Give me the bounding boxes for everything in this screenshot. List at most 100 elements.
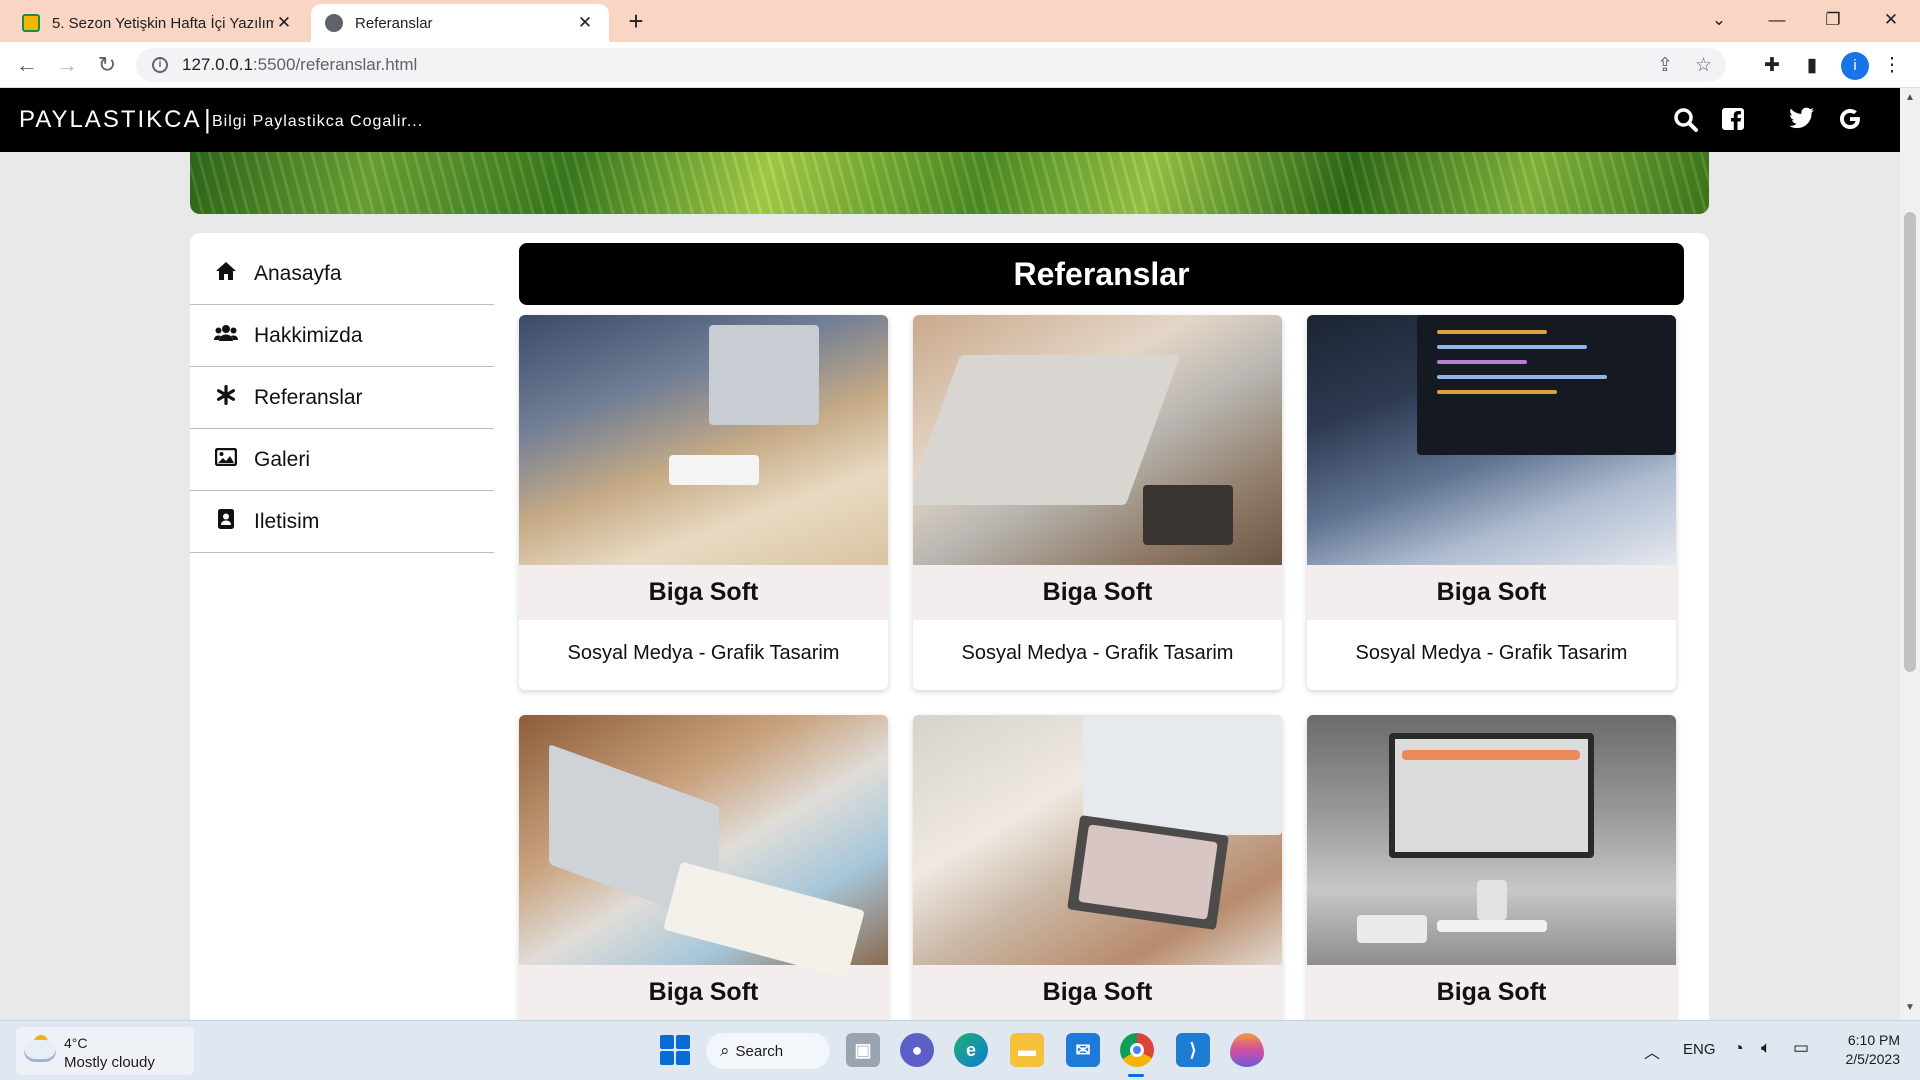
scroll-up-arrow-icon[interactable]: ▲: [1900, 92, 1920, 103]
taskbar-search-label: Search: [735, 1043, 784, 1060]
code-monitor-photo: [1307, 315, 1676, 565]
reference-card[interactable]: Biga Soft: [1307, 715, 1676, 1020]
users-icon: [214, 324, 238, 348]
tab-title: 5. Sezon Yetişkin Hafta İçi Yazılım: [52, 14, 274, 32]
tab-close-icon[interactable]: ✕: [575, 13, 595, 33]
address-bar[interactable]: i 127.0.0.1:5500/referanslar.html ⇪ ☆: [136, 48, 1726, 82]
url-path: :5500/referanslar.html: [252, 55, 418, 74]
sidebar-item-label: Hakkimizda: [254, 323, 363, 347]
card-title: Biga Soft: [913, 965, 1282, 1020]
url-host: 127.0.0.1: [182, 55, 253, 74]
tab-close-icon[interactable]: ✕: [274, 13, 294, 33]
sidebar-item-iletisim[interactable]: Iletisim: [190, 491, 494, 553]
globe-favicon-icon: [325, 14, 343, 32]
scroll-down-arrow-icon[interactable]: ▼: [1900, 1002, 1920, 1013]
vscode-icon[interactable]: ⟩: [1176, 1033, 1210, 1067]
imac-desktop-photo: [1307, 715, 1676, 965]
site-slogan: Bilgi Paylastikca Cogalir...: [212, 113, 424, 130]
sidebar-nav: Anasayfa Hakkimizda Referanslar Galeri I…: [190, 243, 494, 553]
tray-chevron-up-icon[interactable]: ︿: [1644, 1039, 1660, 1063]
forward-arrow-icon[interactable]: →: [52, 50, 82, 80]
card-title: Biga Soft: [519, 565, 888, 620]
site-brand[interactable]: PAYLASTIKCA: [19, 106, 202, 134]
brand-separator: |: [204, 104, 211, 134]
browser-menu-icon[interactable]: ⋮: [1880, 54, 1904, 78]
tab-title: Referanslar: [355, 14, 433, 32]
sidebar-item-label: Iletisim: [254, 509, 320, 533]
profile-avatar[interactable]: i: [1841, 52, 1869, 80]
sidebar-item-referanslar[interactable]: Referanslar: [190, 367, 494, 429]
reference-card[interactable]: Biga Soft: [913, 715, 1282, 1020]
home-icon: [214, 261, 238, 287]
browser-tab-course[interactable]: 5. Sezon Yetişkin Hafta İçi Yazılım ✕: [8, 4, 308, 42]
office-desk-photo: [519, 315, 888, 565]
twitter-icon[interactable]: [1788, 107, 1816, 135]
file-explorer-icon[interactable]: ▬: [1010, 1033, 1044, 1067]
back-arrow-icon[interactable]: ←: [12, 50, 42, 80]
weather-widget[interactable]: 4°C Mostly cloudy: [16, 1027, 194, 1075]
google-icon[interactable]: [1836, 107, 1864, 135]
sidebar-item-hakkimizda[interactable]: Hakkimizda: [190, 305, 494, 367]
site-info-icon[interactable]: i: [152, 57, 168, 73]
page-viewport: PAYLASTIKCA | Bilgi Paylastikca Cogalir.…: [0, 88, 1900, 1020]
language-indicator[interactable]: ENG: [1683, 1041, 1716, 1058]
windows-start-icon[interactable]: [658, 1033, 692, 1067]
classroom-favicon-icon: [22, 14, 40, 32]
search-icon: ⌕: [720, 1041, 730, 1060]
laptop-notebook-photo: [519, 715, 888, 979]
url-text: 127.0.0.1:5500/referanslar.html: [182, 55, 417, 75]
contact-icon: [214, 508, 238, 536]
reference-card[interactable]: Biga Soft Sosyal Medya - Grafik Tasarim: [913, 315, 1282, 690]
minimize-button[interactable]: —: [1752, 4, 1802, 36]
windows-taskbar: 4°C Mostly cloudy ⌕ Search ▣ ● e ▬ ✉ ⟩ ︿ …: [0, 1020, 1920, 1080]
sidebar-item-anasayfa[interactable]: Anasayfa: [190, 243, 494, 305]
taskbar-search-button[interactable]: ⌕ Search: [706, 1033, 830, 1069]
weather-temperature: 4°C: [64, 1035, 88, 1051]
clock-time: 6:10 PM: [1847, 1032, 1900, 1048]
reload-icon[interactable]: ↻: [92, 50, 122, 80]
battery-icon[interactable]: ▭: [1793, 1038, 1809, 1058]
close-window-button[interactable]: ✕: [1866, 4, 1916, 36]
card-title: Biga Soft: [1307, 965, 1676, 1020]
volume-icon[interactable]: 🔈︎: [1761, 1038, 1771, 1058]
taskbar-clock[interactable]: 6:10 PM 2/5/2023: [1830, 1031, 1901, 1069]
grass-banner-image: [190, 152, 1709, 214]
teams-chat-icon[interactable]: ●: [900, 1033, 934, 1067]
tab-search-chevron-icon[interactable]: ⌄: [1694, 4, 1744, 36]
mail-icon[interactable]: ✉: [1066, 1033, 1100, 1067]
active-app-indicator: [1128, 1074, 1144, 1077]
bookmark-star-icon[interactable]: ☆: [1695, 54, 1712, 77]
reference-card[interactable]: Biga Soft: [519, 715, 888, 1020]
chrome-browser-icon[interactable]: [1120, 1033, 1154, 1067]
clock-date: 2/5/2023: [1845, 1051, 1901, 1067]
browser-tab-referanslar[interactable]: Referanslar ✕: [311, 4, 609, 42]
page-scrollbar[interactable]: ▲ ▼: [1900, 88, 1920, 1020]
page-title: Referanslar: [519, 243, 1684, 305]
card-title: Biga Soft: [913, 565, 1282, 620]
browser-toolbar: ← → ↻ i 127.0.0.1:5500/referanslar.html …: [0, 42, 1920, 88]
new-tab-button[interactable]: +: [622, 8, 650, 36]
side-panel-icon[interactable]: ▮: [1800, 54, 1824, 78]
wifi-icon[interactable]: ◔: [1733, 1038, 1744, 1059]
reference-card[interactable]: Biga Soft Sosyal Medya - Grafik Tasarim: [519, 315, 888, 690]
facebook-icon[interactable]: [1719, 107, 1747, 135]
content-card: Anasayfa Hakkimizda Referanslar Galeri I…: [190, 233, 1709, 1020]
share-icon[interactable]: ⇪: [1657, 54, 1673, 77]
task-view-icon[interactable]: ▣: [846, 1033, 880, 1067]
asterisk-icon: [214, 384, 238, 411]
sidebar-item-label: Referanslar: [254, 385, 363, 409]
app-flame-icon[interactable]: [1230, 1033, 1264, 1067]
cloud-icon: [24, 1040, 56, 1062]
laptop-typing-photo: [913, 315, 1282, 565]
card-description: Sosyal Medya - Grafik Tasarim: [1355, 642, 1628, 664]
edge-browser-icon[interactable]: e: [954, 1033, 988, 1067]
extensions-puzzle-icon[interactable]: ✚: [1760, 54, 1784, 78]
tablet-browsing-photo: [913, 715, 1282, 965]
sidebar-item-galeri[interactable]: Galeri: [190, 429, 494, 491]
card-description: Sosyal Medya - Grafik Tasarim: [961, 642, 1234, 664]
sidebar-item-label: Galeri: [254, 447, 311, 471]
search-icon[interactable]: [1672, 107, 1700, 135]
reference-card[interactable]: Biga Soft Sosyal Medya - Grafik Tasarim: [1307, 315, 1676, 690]
restore-button[interactable]: ❐: [1808, 4, 1858, 36]
scroll-thumb[interactable]: [1904, 212, 1916, 672]
